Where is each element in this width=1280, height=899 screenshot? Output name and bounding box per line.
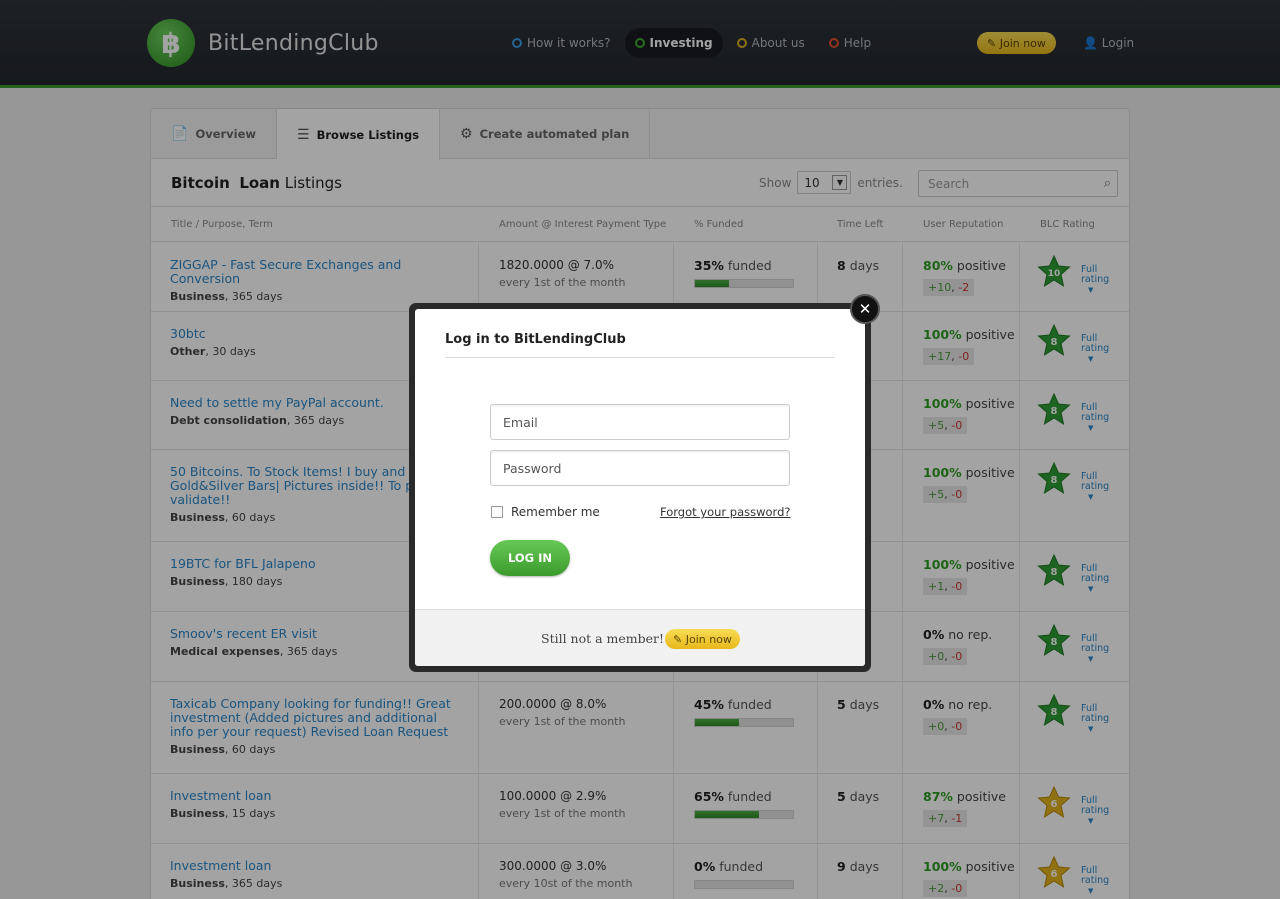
modal-title: Log in to BitLendingClub <box>445 332 626 347</box>
login-button[interactable]: LOG IN <box>490 540 570 576</box>
not-member-text: Still not a member! <box>541 631 665 646</box>
remember-me-checkbox[interactable] <box>491 506 503 518</box>
modal-footer: Still not a member! ✎ Join now <box>415 609 865 666</box>
close-icon[interactable]: ✕ <box>850 294 880 324</box>
footer-join-now-button[interactable]: ✎ Join now <box>665 629 740 649</box>
email-field[interactable]: Email <box>490 404 790 440</box>
login-modal: Log in to BitLendingClub Email Password … <box>415 309 865 666</box>
password-field[interactable]: Password <box>490 450 790 486</box>
remember-me-label[interactable]: Remember me <box>511 505 600 519</box>
forgot-password-link[interactable]: Forgot your password? <box>660 505 790 519</box>
divider <box>445 357 835 358</box>
